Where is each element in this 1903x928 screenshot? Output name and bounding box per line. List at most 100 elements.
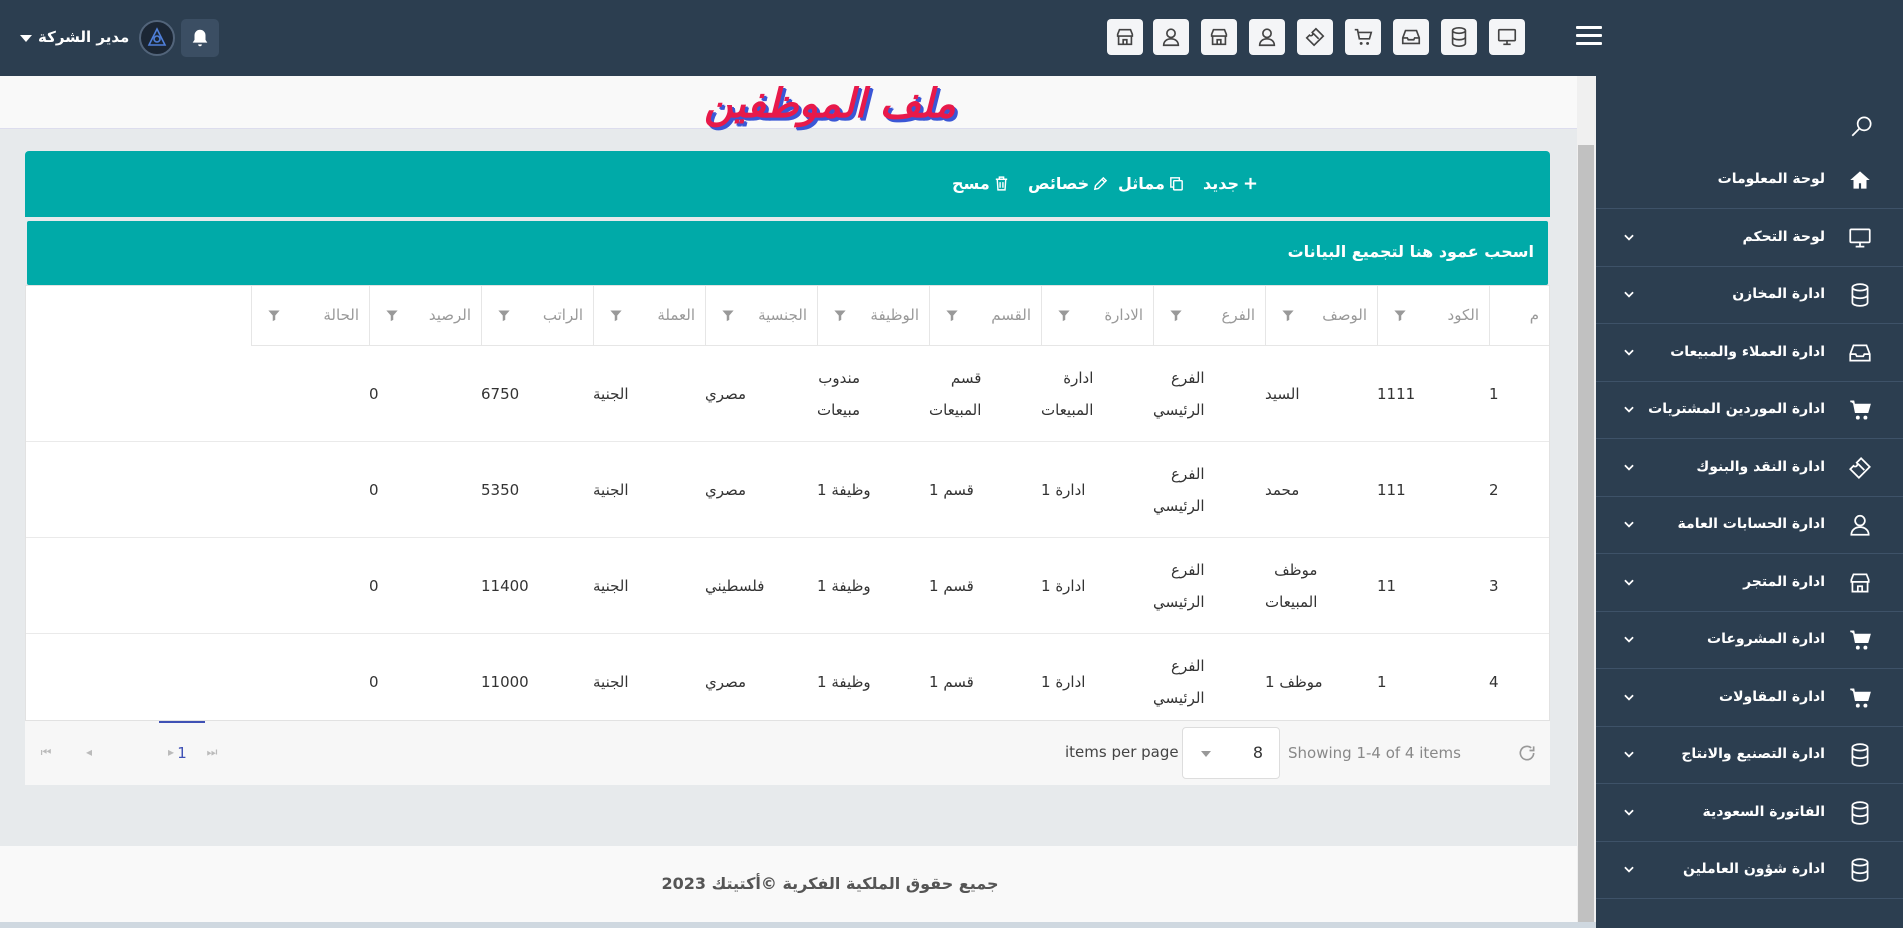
next-page-icon[interactable]: ▸ <box>164 745 178 759</box>
cart-icon[interactable] <box>1345 19 1381 55</box>
chevron-down-icon[interactable] <box>1622 862 1636 876</box>
cell-text: 5350 <box>481 481 520 499</box>
chevron-down-icon <box>1201 751 1211 757</box>
chevron-down-icon[interactable] <box>20 35 32 42</box>
chevron-down-icon[interactable] <box>1622 575 1636 589</box>
scrollbar-thumb[interactable] <box>1578 145 1594 925</box>
column-header[interactable]: الادارة <box>1041 286 1153 346</box>
table-cell-currency: الجنية <box>593 346 705 442</box>
column-header[interactable]: م <box>1489 286 1549 346</box>
group-drop-zone[interactable]: اسحب عمود هنا لتجميع البيانات <box>27 221 1548 285</box>
table-row[interactable]: 3 11 موظف المبيعات الفرع الرئيسي ادارة 1 قسم 1 و… <box>26 538 1549 634</box>
database-icon[interactable] <box>1441 19 1477 55</box>
new-button[interactable]: جديد <box>1203 174 1259 193</box>
sidebar-item[interactable]: الفاتورة السعودية <box>1596 785 1903 842</box>
chevron-down-icon[interactable] <box>1622 230 1636 244</box>
notifications-bell-icon[interactable] <box>181 19 219 57</box>
chevron-down-icon[interactable] <box>1622 460 1636 474</box>
table-row[interactable]: 4 1 موظف 1 الفرع الرئيسي ادارة 1 قسم 1 وظيفة 1 م… <box>26 634 1549 730</box>
table-cell-dept: قسم 1 <box>929 538 1041 634</box>
sidebar-item-label: ادارة التصنيع والانتاج <box>1681 746 1825 762</box>
column-header[interactable]: الكود <box>1377 286 1489 346</box>
table-cell-num: 2 <box>1489 442 1549 538</box>
filter-icon[interactable] <box>1280 308 1296 323</box>
sidebar-item[interactable]: ادارة النقد والبنوك <box>1596 440 1903 497</box>
column-header[interactable]: الوصف <box>1265 286 1377 346</box>
chevron-down-icon[interactable] <box>1622 632 1636 646</box>
user-icon[interactable] <box>1153 19 1189 55</box>
prev-page-icon[interactable]: ◂ <box>82 745 96 759</box>
column-header[interactable]: القسم <box>929 286 1041 346</box>
filter-icon[interactable] <box>944 308 960 323</box>
store-icon[interactable] <box>1107 19 1143 55</box>
sidebar-item[interactable]: ادارة شؤون العاملين <box>1596 842 1903 899</box>
sidebar-item-label: ادارة المقاولات <box>1719 688 1825 705</box>
delete-button[interactable]: مسح <box>952 174 1010 193</box>
filter-icon[interactable] <box>1056 308 1072 323</box>
cell-text: 1 <box>1489 385 1499 403</box>
filter-icon[interactable] <box>1168 308 1184 323</box>
table-row[interactable]: 1 1111 السيد الفرع الرئيسي ادارة المبيعات قسم ال… <box>26 346 1549 442</box>
cell-text: الرئيسي <box>1153 689 1205 707</box>
column-header[interactable]: الحالة <box>251 286 369 346</box>
search-icon[interactable] <box>1849 113 1875 139</box>
pager-info: Showing 1-4 of 4 items <box>1288 744 1461 762</box>
sidebar-item[interactable]: ادارة المقاولات <box>1596 670 1903 727</box>
monitor-icon <box>1849 227 1871 248</box>
chevron-down-icon[interactable] <box>1622 345 1636 359</box>
filter-icon[interactable] <box>266 308 282 323</box>
chevron-down-icon[interactable] <box>1622 287 1636 301</box>
table-cell-code: 1 <box>1377 634 1489 730</box>
sidebar-item[interactable]: ادارة الموردين المشتريات <box>1596 382 1903 439</box>
monitor-icon[interactable] <box>1489 19 1525 55</box>
sidebar-item[interactable]: لوحة التحكم <box>1596 210 1903 267</box>
column-header[interactable]: الوظيفة <box>817 286 929 346</box>
filter-icon[interactable] <box>832 308 848 323</box>
filter-icon[interactable] <box>1392 308 1408 323</box>
filter-icon[interactable] <box>608 308 624 323</box>
chevron-down-icon[interactable] <box>1622 747 1636 761</box>
user-icon[interactable] <box>1249 19 1285 55</box>
sidebar-item[interactable]: ادارة المخازن <box>1596 267 1903 324</box>
table-cell-salary: 11000 <box>481 634 593 730</box>
column-header-label: الرصيد <box>428 306 471 324</box>
chevron-down-icon[interactable] <box>1622 805 1636 819</box>
column-header[interactable]: العملة <box>593 286 705 346</box>
column-header-label: الوصف <box>1322 306 1367 324</box>
cell-text: الفرع <box>1171 465 1205 483</box>
cell-text: المبيعات <box>929 401 982 419</box>
chevron-down-icon[interactable] <box>1622 690 1636 704</box>
table-cell-balance: 0 <box>369 634 481 730</box>
properties-button[interactable]: خصائص <box>1028 174 1109 193</box>
cell-text: 6750 <box>481 385 520 403</box>
table-row[interactable]: 2 111 محمد الفرع الرئيسي ادارة 1 قسم 1 وظيفة 1 م… <box>26 442 1549 538</box>
chevron-down-icon[interactable] <box>1622 402 1636 416</box>
filter-icon[interactable] <box>496 308 512 323</box>
duplicate-button-label: مماثل <box>1118 174 1165 193</box>
last-page-icon[interactable]: ⏭ <box>205 745 219 759</box>
chevron-down-icon[interactable] <box>1622 517 1636 531</box>
sidebar-item[interactable]: ادارة العملاء والمبيعات <box>1596 325 1903 382</box>
cell-text: الجنية <box>593 481 629 499</box>
sidebar-item[interactable]: ادارة الحسابات العامة <box>1596 497 1903 554</box>
sidebar-item[interactable]: لوحة المعلومات <box>1596 152 1903 209</box>
column-header[interactable]: الراتب <box>481 286 593 346</box>
sidebar-item[interactable]: ادارة المتجر <box>1596 555 1903 612</box>
user-menu-name[interactable]: مدير الشركة <box>38 28 129 46</box>
sidebar-item[interactable]: ادارة التصنيع والانتاج <box>1596 727 1903 784</box>
inbox-icon[interactable] <box>1393 19 1429 55</box>
page-size-select[interactable]: 8 <box>1182 727 1280 779</box>
column-header[interactable]: الرصيد <box>369 286 481 346</box>
ticket-icon[interactable] <box>1297 19 1333 55</box>
filter-icon[interactable] <box>720 308 736 323</box>
store-icon[interactable] <box>1201 19 1237 55</box>
avatar[interactable] <box>139 20 175 56</box>
first-page-icon[interactable]: ⏮ <box>39 745 53 759</box>
column-header[interactable]: الفرع <box>1153 286 1265 346</box>
sidebar-item[interactable]: ادارة المشروعات <box>1596 612 1903 669</box>
menu-toggle-icon[interactable] <box>1576 26 1602 48</box>
column-header[interactable]: الجنسية <box>705 286 817 346</box>
duplicate-button[interactable]: مماثل <box>1118 174 1185 193</box>
refresh-icon[interactable] <box>1517 743 1537 763</box>
filter-icon[interactable] <box>384 308 400 323</box>
